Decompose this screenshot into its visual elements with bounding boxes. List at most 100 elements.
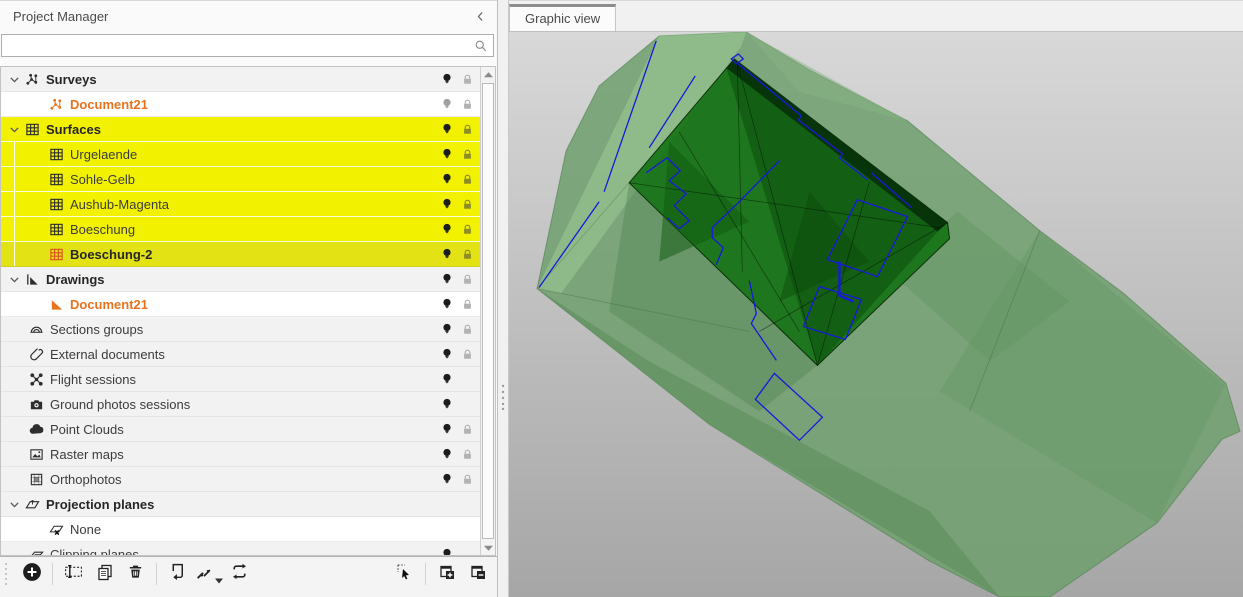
- visibility-bulb-icon[interactable]: [437, 94, 457, 114]
- tree-row-sections-groups-10[interactable]: Sections groups: [1, 317, 480, 342]
- rename-icon: [64, 562, 83, 586]
- lock-icon[interactable]: [457, 294, 477, 314]
- visibility-bulb-icon[interactable]: [437, 544, 457, 555]
- tree-item-label: Raster maps: [50, 447, 124, 462]
- visibility-bulb-icon[interactable]: [437, 194, 457, 214]
- collapse-panel-button[interactable]: [471, 7, 489, 25]
- tree-row-external-documents-11[interactable]: External documents: [1, 342, 480, 367]
- scroll-down-button[interactable]: [481, 540, 495, 555]
- sections-icon: [27, 321, 45, 337]
- tree-item-label: Urgelaende: [70, 147, 137, 162]
- visibility-bulb-icon[interactable]: [437, 119, 457, 139]
- import-button[interactable]: [164, 561, 191, 588]
- tree-row-boeschung-6[interactable]: Boeschung: [1, 217, 480, 242]
- copy-button[interactable]: [91, 561, 118, 588]
- tree-row-raster-maps-15[interactable]: Raster maps: [1, 442, 480, 467]
- scroll-up-button[interactable]: [481, 67, 495, 82]
- tab-graphic-view[interactable]: Graphic view: [509, 4, 616, 32]
- tree-row-orthophotos-16[interactable]: Orthophotos: [1, 467, 480, 492]
- lock-icon[interactable]: [457, 194, 477, 214]
- panel-splitter[interactable]: [497, 0, 509, 597]
- tree-item-label: Ground photos sessions: [50, 397, 190, 412]
- tree-row-none-18[interactable]: None: [1, 517, 480, 542]
- visibility-bulb-icon[interactable]: [437, 319, 457, 339]
- tree-row-document21-9[interactable]: Document21: [1, 292, 480, 317]
- visibility-bulb-icon[interactable]: [437, 244, 457, 264]
- visibility-bulb-icon[interactable]: [437, 294, 457, 314]
- scroll-up-icon: [484, 72, 493, 78]
- tree-row-projection-planes-17[interactable]: Projection planes: [1, 492, 480, 517]
- collapse-all-button[interactable]: [464, 561, 491, 588]
- drone-icon: [27, 371, 45, 387]
- chevron-left-icon: [474, 10, 487, 23]
- lock-icon[interactable]: [457, 169, 477, 189]
- tree-row-point-clouds-14[interactable]: Point Clouds: [1, 417, 480, 442]
- tree-row-sohle-gelb-4[interactable]: Sohle-Gelb: [1, 167, 480, 192]
- visibility-bulb-icon[interactable]: [437, 394, 457, 414]
- tree-row-flight-sessions-12[interactable]: Flight sessions: [1, 367, 480, 392]
- reload-button[interactable]: [226, 561, 253, 588]
- visibility-bulb-icon[interactable]: [437, 269, 457, 289]
- lock-icon[interactable]: [457, 144, 477, 164]
- lock-icon[interactable]: [457, 444, 477, 464]
- convert-icon: [195, 565, 223, 584]
- tree-scrollbar[interactable]: [480, 67, 495, 555]
- visibility-bulb-icon[interactable]: [437, 219, 457, 239]
- tree-item-label: None: [70, 522, 101, 537]
- tree-row-document21-1[interactable]: Document21: [1, 92, 480, 117]
- grid-icon: [47, 146, 65, 162]
- lock-icon[interactable]: [457, 244, 477, 264]
- tree-row-urgelaende-3[interactable]: Urgelaende: [1, 142, 480, 167]
- add-object-button[interactable]: [18, 561, 45, 588]
- plus-circle-icon: [22, 562, 42, 587]
- visibility-bulb-icon[interactable]: [437, 144, 457, 164]
- rename-button[interactable]: [60, 561, 87, 588]
- expander-chevron-down-icon[interactable]: [5, 270, 23, 288]
- tree-item-label: Clipping planes: [50, 547, 139, 556]
- lock-icon[interactable]: [457, 69, 477, 89]
- lock-slot-empty: [457, 369, 477, 389]
- expand-all-button[interactable]: [433, 561, 460, 588]
- lock-icon[interactable]: [457, 94, 477, 114]
- search-icon[interactable]: [474, 39, 488, 58]
- graphic-view-canvas[interactable]: [509, 31, 1243, 597]
- tree-row-boeschung-2-7[interactable]: Boeschung-2: [1, 242, 480, 267]
- toolbar-grip-icon[interactable]: [2, 562, 10, 586]
- visibility-bulb-icon[interactable]: [437, 369, 457, 389]
- visibility-bulb-icon[interactable]: [437, 469, 457, 489]
- tab-bar: Graphic view: [509, 0, 1243, 31]
- tree-row-surveys-0[interactable]: Surveys: [1, 67, 480, 92]
- expand-icon: [438, 563, 456, 586]
- lock-icon[interactable]: [457, 219, 477, 239]
- visibility-bulb-icon[interactable]: [437, 344, 457, 364]
- lock-slot-empty: [457, 494, 477, 514]
- pick-icon: [396, 563, 414, 586]
- search-input[interactable]: [1, 34, 494, 57]
- visibility-bulb-icon[interactable]: [437, 169, 457, 189]
- scrollbar-thumb[interactable]: [482, 83, 494, 539]
- lock-icon[interactable]: [457, 119, 477, 139]
- tree-row-surfaces-2[interactable]: Surfaces: [1, 117, 480, 142]
- lock-icon[interactable]: [457, 319, 477, 339]
- expander-chevron-down-icon[interactable]: [5, 120, 23, 138]
- tree-row-aushub-magenta-5[interactable]: Aushub-Magenta: [1, 192, 480, 217]
- expander-chevron-down-icon[interactable]: [5, 495, 23, 513]
- lock-icon[interactable]: [457, 469, 477, 489]
- tree-row-clipping-planes-19[interactable]: Clipping planes: [1, 542, 480, 555]
- tree-row-drawings-8[interactable]: Drawings: [1, 267, 480, 292]
- tree-item-label: Aushub-Magenta: [70, 197, 169, 212]
- visibility-bulb-icon[interactable]: [437, 69, 457, 89]
- visibility-slot-empty: [437, 519, 457, 539]
- tree-row-ground-photos-sessions-13[interactable]: Ground photos sessions: [1, 392, 480, 417]
- visibility-bulb-icon[interactable]: [437, 419, 457, 439]
- lock-icon[interactable]: [457, 344, 477, 364]
- pick-in-view-button[interactable]: [391, 561, 418, 588]
- lock-icon[interactable]: [457, 419, 477, 439]
- delete-button[interactable]: [122, 561, 149, 588]
- tree-item-label: Projection planes: [46, 497, 154, 512]
- lock-icon[interactable]: [457, 269, 477, 289]
- expander-chevron-down-icon[interactable]: [5, 70, 23, 88]
- convert-button[interactable]: [195, 561, 222, 588]
- visibility-bulb-icon[interactable]: [437, 444, 457, 464]
- trash-icon: [127, 563, 144, 586]
